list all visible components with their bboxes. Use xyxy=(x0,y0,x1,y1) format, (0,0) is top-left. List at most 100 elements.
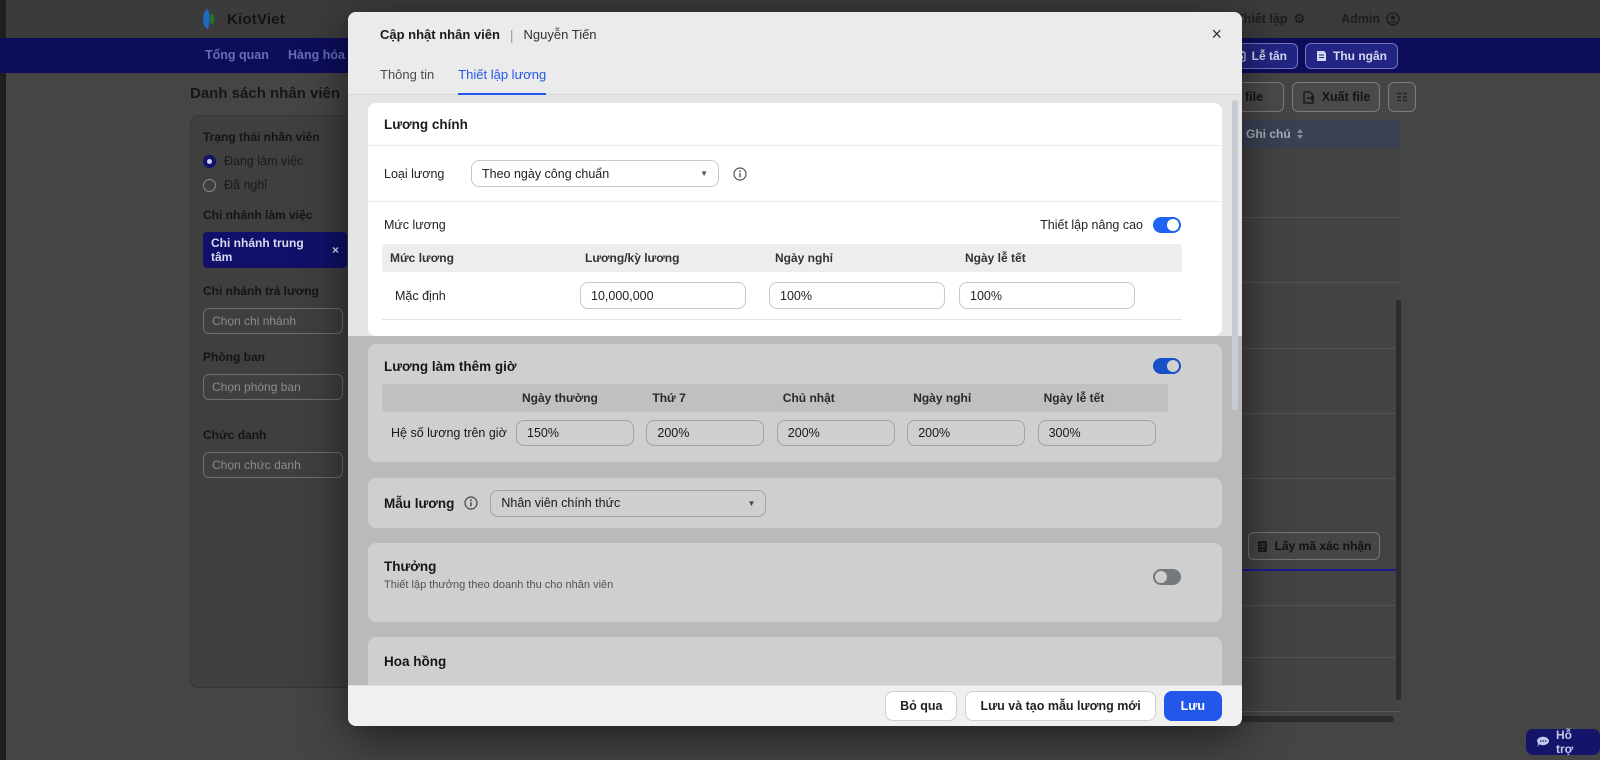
table-row-separator xyxy=(1224,478,1400,479)
modal-scrollbar[interactable] xyxy=(1232,100,1238,410)
save-button[interactable]: Lưu xyxy=(1163,691,1222,721)
tab-thong-tin[interactable]: Thông tin xyxy=(380,57,434,95)
chevron-down-icon: ▼ xyxy=(700,169,708,178)
saturday-rate-input[interactable] xyxy=(646,420,765,446)
modal-header: Cập nhật nhân viên | Nguyễn Tiến × xyxy=(348,12,1242,57)
filter-branch-pay-label: Chi nhánh trả lương xyxy=(203,284,319,298)
export-file-button[interactable]: Xuất file xyxy=(1292,82,1380,112)
commission-card: Hoa hồng xyxy=(368,637,1222,685)
sunday-rate-input[interactable] xyxy=(776,420,895,446)
salary-level-table: Mức lương Lương/kỳ lương Ngày nghỉ Ngày … xyxy=(382,244,1182,320)
window-edge xyxy=(0,0,6,760)
table-row: Mặc định xyxy=(382,272,1182,320)
filter-branch-work-label: Chi nhánh làm việc xyxy=(203,208,313,222)
holiday-rate-input[interactable] xyxy=(1037,420,1156,446)
table-vertical-scrollbar[interactable] xyxy=(1396,300,1401,700)
employee-filters-panel: Trạng thái nhân viên Đang làm việc Đã ng… xyxy=(190,115,360,688)
table-row-separator xyxy=(1224,605,1400,606)
salary-template-select[interactable]: Nhân viên chính thức ▼ xyxy=(490,489,767,517)
receipt-icon xyxy=(1316,50,1327,62)
column-settings-button[interactable] xyxy=(1388,82,1416,112)
table-row-separator xyxy=(1224,657,1400,658)
main-salary-card: Lương chính Loại lương Theo ngày công ch… xyxy=(368,103,1222,336)
overtime-card: Lương làm thêm giờ Ngày thường Thứ 7 Chủ… xyxy=(368,344,1222,462)
radio-dang-lam-viec[interactable]: Đang làm việc xyxy=(203,154,347,168)
selected-row-indicator xyxy=(1224,569,1400,571)
info-icon xyxy=(464,496,478,510)
otp-device-icon xyxy=(1257,540,1268,553)
advanced-settings-toggle[interactable] xyxy=(1153,217,1181,233)
advanced-settings-label: Thiết lập nâng cao xyxy=(1040,218,1143,232)
skip-button[interactable]: Bỏ qua xyxy=(885,691,958,721)
filter-status-label: Trạng thái nhân viên xyxy=(203,130,320,144)
table-row-separator xyxy=(1224,282,1400,283)
modal-tabs: Thông tin Thiết lập lương xyxy=(348,57,1242,95)
branch-tag[interactable]: Chi nhánh trung tâm × xyxy=(203,232,347,268)
filter-job-title-label: Chức danh xyxy=(203,428,267,442)
user-icon xyxy=(1386,12,1400,26)
close-icon[interactable]: × xyxy=(1211,22,1222,46)
weekday-rate-input[interactable] xyxy=(516,420,634,446)
table-row: Hệ số lương trên giờ xyxy=(382,412,1168,454)
table-row-separator xyxy=(1224,413,1400,414)
salary-level-label: Mức lương xyxy=(384,218,446,232)
table-header-ghi-chu[interactable]: Ghi chú xyxy=(1224,120,1400,148)
filter-department-label: Phòng ban xyxy=(203,350,265,364)
title-divider: | xyxy=(509,26,514,43)
commission-title: Hoa hồng xyxy=(384,654,447,669)
modal-body: Lương chính Loại lương Theo ngày công ch… xyxy=(348,95,1242,685)
settings-menu[interactable]: Thiết lập ⚙ xyxy=(1236,11,1305,27)
main-salary-title: Lương chính xyxy=(384,116,468,132)
sort-icon xyxy=(1296,129,1303,139)
department-input[interactable] xyxy=(203,374,343,400)
chevron-down-icon: ▼ xyxy=(747,498,756,508)
row-label: Hệ số lương trên giờ xyxy=(391,426,507,440)
template-label: Mẫu lương xyxy=(384,495,455,511)
table-horizontal-scrollbar[interactable] xyxy=(1224,716,1394,722)
tag-close-icon[interactable]: × xyxy=(332,243,339,257)
tab-thiet-lap-luong[interactable]: Thiết lập lương xyxy=(458,57,547,95)
save-new-template-button[interactable]: Lưu và tạo mẫu lương mới xyxy=(965,691,1156,721)
bonus-title: Thưởng xyxy=(384,559,437,574)
bonus-toggle[interactable] xyxy=(1153,569,1181,585)
overtime-table: Ngày thường Thứ 7 Chủ nhật Ngày nghỉ Ngà… xyxy=(382,384,1168,454)
employee-table: Lấy mã xác nhận xyxy=(1224,148,1400,712)
bonus-subtitle: Thiết lập thưởng theo doanh thu cho nhân… xyxy=(384,579,614,591)
radio-selected-icon xyxy=(203,154,216,168)
nav-item-tong-quan[interactable]: Tổng quan xyxy=(205,38,269,73)
bonus-card: Thưởng Thiết lập thưởng theo doanh thu c… xyxy=(368,543,1222,622)
support-button[interactable]: Hỗ trợ xyxy=(1526,728,1600,756)
info-icon xyxy=(733,166,747,181)
salary-type-select[interactable]: Theo ngày công chuẩn ▼ xyxy=(471,160,719,187)
day-off-rate-input[interactable] xyxy=(769,282,945,309)
overtime-toggle[interactable] xyxy=(1153,358,1181,374)
employee-name: Nguyễn Tiến xyxy=(523,27,597,42)
dayoff-rate-input[interactable] xyxy=(907,420,1026,446)
job-title-input[interactable] xyxy=(203,452,343,478)
modal-title: Cập nhật nhân viên xyxy=(380,27,500,42)
page-title: Danh sách nhân viên xyxy=(190,85,341,102)
salary-type-label: Loại lương xyxy=(384,166,445,181)
table-row-separator xyxy=(1224,217,1400,218)
modal-footer: Bỏ qua Lưu và tạo mẫu lương mới Lưu xyxy=(348,685,1242,726)
salary-template-card: Mẫu lương Nhân viên chính thức ▼ xyxy=(368,478,1222,528)
gear-icon: ⚙ xyxy=(1293,11,1306,26)
salary-amount-input[interactable] xyxy=(580,282,746,309)
table-row-separator xyxy=(1224,348,1400,349)
brand-name: KiotViet xyxy=(227,10,285,28)
radio-unselected-icon xyxy=(203,178,216,192)
row-label: Mặc định xyxy=(395,288,446,303)
export-icon xyxy=(1302,90,1315,104)
thu-ngan-button[interactable]: Thu ngân xyxy=(1305,43,1398,69)
nav-item-hang-hoa[interactable]: Hàng hóa xyxy=(288,38,345,73)
radio-da-nghi[interactable]: Đã nghỉ xyxy=(203,178,347,192)
columns-icon xyxy=(1396,91,1408,103)
admin-menu[interactable]: Admin xyxy=(1341,12,1400,26)
update-employee-modal: Cập nhật nhân viên | Nguyễn Tiến × Thông… xyxy=(348,12,1242,726)
get-confirm-code-button[interactable]: Lấy mã xác nhận xyxy=(1248,532,1380,560)
chat-icon xyxy=(1536,736,1550,748)
overtime-title: Lương làm thêm giờ xyxy=(384,358,517,374)
brand-logo[interactable]: KiotViet xyxy=(198,8,285,30)
branch-pay-input[interactable] xyxy=(203,308,343,334)
holiday-rate-input[interactable] xyxy=(959,282,1135,309)
